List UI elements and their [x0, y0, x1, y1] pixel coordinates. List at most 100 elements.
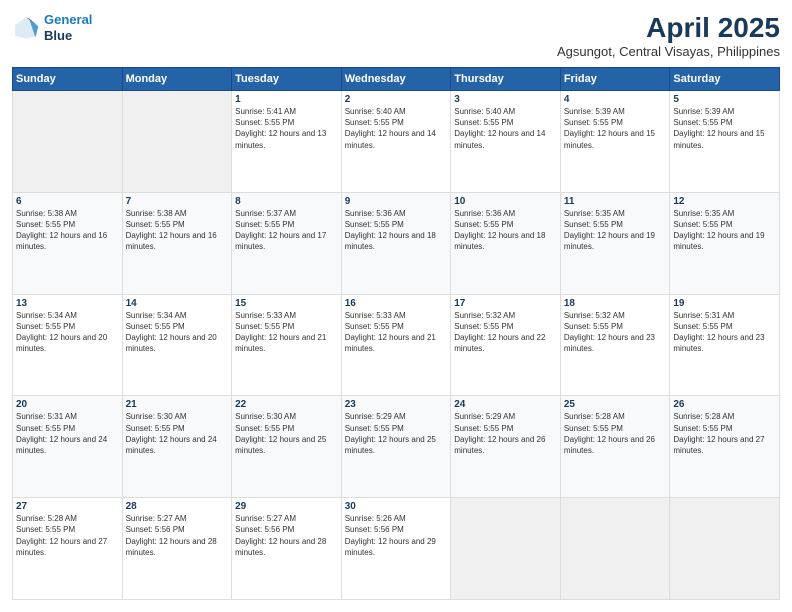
day-number: 1 [235, 94, 338, 105]
day-info: Sunrise: 5:29 AM Sunset: 5:55 PM Dayligh… [345, 411, 448, 456]
day-info: Sunrise: 5:39 AM Sunset: 5:55 PM Dayligh… [673, 106, 776, 151]
calendar-cell: 4Sunrise: 5:39 AM Sunset: 5:55 PM Daylig… [560, 91, 670, 193]
day-info: Sunrise: 5:28 AM Sunset: 5:55 PM Dayligh… [673, 411, 776, 456]
calendar-cell: 18Sunrise: 5:32 AM Sunset: 5:55 PM Dayli… [560, 294, 670, 396]
day-number: 8 [235, 196, 338, 207]
calendar-cell: 7Sunrise: 5:38 AM Sunset: 5:55 PM Daylig… [122, 192, 232, 294]
calendar-cell: 23Sunrise: 5:29 AM Sunset: 5:55 PM Dayli… [341, 396, 451, 498]
calendar-header-row: SundayMondayTuesdayWednesdayThursdayFrid… [13, 68, 780, 91]
day-info: Sunrise: 5:28 AM Sunset: 5:55 PM Dayligh… [16, 513, 119, 558]
calendar-cell: 11Sunrise: 5:35 AM Sunset: 5:55 PM Dayli… [560, 192, 670, 294]
calendar-cell: 12Sunrise: 5:35 AM Sunset: 5:55 PM Dayli… [670, 192, 780, 294]
weekday-header: Monday [122, 68, 232, 91]
day-number: 20 [16, 399, 119, 410]
calendar-cell: 6Sunrise: 5:38 AM Sunset: 5:55 PM Daylig… [13, 192, 123, 294]
day-info: Sunrise: 5:35 AM Sunset: 5:55 PM Dayligh… [673, 208, 776, 253]
day-info: Sunrise: 5:37 AM Sunset: 5:55 PM Dayligh… [235, 208, 338, 253]
calendar-cell: 10Sunrise: 5:36 AM Sunset: 5:55 PM Dayli… [451, 192, 561, 294]
calendar-cell: 24Sunrise: 5:29 AM Sunset: 5:55 PM Dayli… [451, 396, 561, 498]
day-info: Sunrise: 5:29 AM Sunset: 5:55 PM Dayligh… [454, 411, 557, 456]
header: General Blue April 2025 Agsungot, Centra… [12, 12, 780, 59]
day-number: 3 [454, 94, 557, 105]
weekday-header: Friday [560, 68, 670, 91]
calendar-cell: 25Sunrise: 5:28 AM Sunset: 5:55 PM Dayli… [560, 396, 670, 498]
day-number: 28 [126, 501, 229, 512]
day-number: 5 [673, 94, 776, 105]
day-info: Sunrise: 5:32 AM Sunset: 5:55 PM Dayligh… [454, 310, 557, 355]
calendar-cell: 9Sunrise: 5:36 AM Sunset: 5:55 PM Daylig… [341, 192, 451, 294]
day-info: Sunrise: 5:28 AM Sunset: 5:55 PM Dayligh… [564, 411, 667, 456]
day-info: Sunrise: 5:31 AM Sunset: 5:55 PM Dayligh… [16, 411, 119, 456]
weekday-header: Saturday [670, 68, 780, 91]
day-info: Sunrise: 5:34 AM Sunset: 5:55 PM Dayligh… [126, 310, 229, 355]
calendar-week-row: 6Sunrise: 5:38 AM Sunset: 5:55 PM Daylig… [13, 192, 780, 294]
day-info: Sunrise: 5:35 AM Sunset: 5:55 PM Dayligh… [564, 208, 667, 253]
day-number: 10 [454, 196, 557, 207]
day-number: 14 [126, 298, 229, 309]
day-number: 26 [673, 399, 776, 410]
day-number: 24 [454, 399, 557, 410]
day-number: 7 [126, 196, 229, 207]
calendar-cell: 20Sunrise: 5:31 AM Sunset: 5:55 PM Dayli… [13, 396, 123, 498]
calendar-cell: 30Sunrise: 5:26 AM Sunset: 5:56 PM Dayli… [341, 498, 451, 600]
calendar-week-row: 1Sunrise: 5:41 AM Sunset: 5:55 PM Daylig… [13, 91, 780, 193]
calendar: SundayMondayTuesdayWednesdayThursdayFrid… [12, 67, 780, 600]
day-info: Sunrise: 5:27 AM Sunset: 5:56 PM Dayligh… [235, 513, 338, 558]
day-number: 16 [345, 298, 448, 309]
day-number: 13 [16, 298, 119, 309]
calendar-cell: 21Sunrise: 5:30 AM Sunset: 5:55 PM Dayli… [122, 396, 232, 498]
calendar-cell: 27Sunrise: 5:28 AM Sunset: 5:55 PM Dayli… [13, 498, 123, 600]
weekday-header: Sunday [13, 68, 123, 91]
day-number: 11 [564, 196, 667, 207]
calendar-cell: 17Sunrise: 5:32 AM Sunset: 5:55 PM Dayli… [451, 294, 561, 396]
day-number: 19 [673, 298, 776, 309]
day-info: Sunrise: 5:40 AM Sunset: 5:55 PM Dayligh… [454, 106, 557, 151]
calendar-cell: 29Sunrise: 5:27 AM Sunset: 5:56 PM Dayli… [232, 498, 342, 600]
day-info: Sunrise: 5:34 AM Sunset: 5:55 PM Dayligh… [16, 310, 119, 355]
day-number: 12 [673, 196, 776, 207]
calendar-week-row: 13Sunrise: 5:34 AM Sunset: 5:55 PM Dayli… [13, 294, 780, 396]
calendar-cell: 3Sunrise: 5:40 AM Sunset: 5:55 PM Daylig… [451, 91, 561, 193]
day-info: Sunrise: 5:38 AM Sunset: 5:55 PM Dayligh… [126, 208, 229, 253]
day-number: 2 [345, 94, 448, 105]
calendar-cell: 16Sunrise: 5:33 AM Sunset: 5:55 PM Dayli… [341, 294, 451, 396]
day-number: 9 [345, 196, 448, 207]
weekday-header: Tuesday [232, 68, 342, 91]
calendar-cell: 14Sunrise: 5:34 AM Sunset: 5:55 PM Dayli… [122, 294, 232, 396]
day-number: 15 [235, 298, 338, 309]
calendar-cell: 5Sunrise: 5:39 AM Sunset: 5:55 PM Daylig… [670, 91, 780, 193]
day-number: 30 [345, 501, 448, 512]
main-title: April 2025 [557, 12, 780, 44]
day-number: 4 [564, 94, 667, 105]
calendar-cell: 2Sunrise: 5:40 AM Sunset: 5:55 PM Daylig… [341, 91, 451, 193]
day-info: Sunrise: 5:36 AM Sunset: 5:55 PM Dayligh… [454, 208, 557, 253]
day-info: Sunrise: 5:30 AM Sunset: 5:55 PM Dayligh… [235, 411, 338, 456]
day-number: 21 [126, 399, 229, 410]
day-info: Sunrise: 5:39 AM Sunset: 5:55 PM Dayligh… [564, 106, 667, 151]
day-number: 25 [564, 399, 667, 410]
day-info: Sunrise: 5:31 AM Sunset: 5:55 PM Dayligh… [673, 310, 776, 355]
calendar-cell [122, 91, 232, 193]
day-info: Sunrise: 5:33 AM Sunset: 5:55 PM Dayligh… [235, 310, 338, 355]
logo-icon [12, 14, 40, 42]
calendar-cell: 26Sunrise: 5:28 AM Sunset: 5:55 PM Dayli… [670, 396, 780, 498]
calendar-cell [451, 498, 561, 600]
logo-text: General Blue [44, 12, 92, 43]
day-info: Sunrise: 5:26 AM Sunset: 5:56 PM Dayligh… [345, 513, 448, 558]
day-info: Sunrise: 5:33 AM Sunset: 5:55 PM Dayligh… [345, 310, 448, 355]
day-info: Sunrise: 5:32 AM Sunset: 5:55 PM Dayligh… [564, 310, 667, 355]
day-info: Sunrise: 5:30 AM Sunset: 5:55 PM Dayligh… [126, 411, 229, 456]
calendar-cell: 8Sunrise: 5:37 AM Sunset: 5:55 PM Daylig… [232, 192, 342, 294]
day-info: Sunrise: 5:27 AM Sunset: 5:56 PM Dayligh… [126, 513, 229, 558]
day-info: Sunrise: 5:38 AM Sunset: 5:55 PM Dayligh… [16, 208, 119, 253]
calendar-cell: 19Sunrise: 5:31 AM Sunset: 5:55 PM Dayli… [670, 294, 780, 396]
page: General Blue April 2025 Agsungot, Centra… [0, 0, 792, 612]
calendar-cell: 22Sunrise: 5:30 AM Sunset: 5:55 PM Dayli… [232, 396, 342, 498]
calendar-week-row: 27Sunrise: 5:28 AM Sunset: 5:55 PM Dayli… [13, 498, 780, 600]
calendar-cell: 15Sunrise: 5:33 AM Sunset: 5:55 PM Dayli… [232, 294, 342, 396]
calendar-week-row: 20Sunrise: 5:31 AM Sunset: 5:55 PM Dayli… [13, 396, 780, 498]
subtitle: Agsungot, Central Visayas, Philippines [557, 44, 780, 59]
day-info: Sunrise: 5:36 AM Sunset: 5:55 PM Dayligh… [345, 208, 448, 253]
day-number: 23 [345, 399, 448, 410]
logo: General Blue [12, 12, 92, 43]
